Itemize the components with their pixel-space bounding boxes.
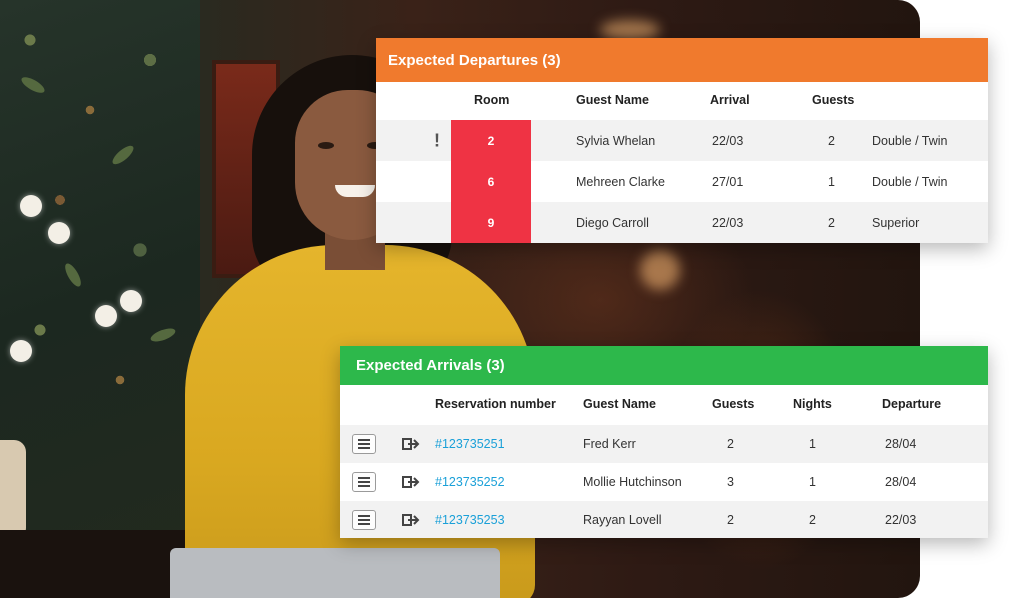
- room-badge: 9: [451, 202, 531, 243]
- departures-title: Expected Departures (3): [388, 51, 561, 69]
- departure-row[interactable]: 6 Mehreen Clarke 27/01 1 Double / Twin: [376, 161, 988, 202]
- expected-departures-card: Expected Departures (3) Room Guest Name …: [376, 38, 988, 243]
- room-type: Superior: [872, 215, 920, 230]
- guest-name: Diego Carroll: [576, 215, 649, 230]
- arrivals-header: Expected Arrivals (3): [340, 346, 988, 385]
- arrival-row[interactable]: #123735252 Mollie Hutchinson 3 1 28/04: [340, 463, 988, 501]
- guest-name: Fred Kerr: [583, 437, 636, 451]
- nights-count: 1: [809, 475, 816, 489]
- guest-name: Rayyan Lovell: [583, 512, 662, 527]
- person-eye: [318, 142, 334, 149]
- departures-column-headers: Room Guest Name Arrival Guests: [376, 82, 988, 120]
- arrivals-column-headers: Reservation number Guest Name Guests Nig…: [340, 385, 988, 425]
- column-arrival: Arrival: [710, 93, 750, 107]
- guest-count: 3: [727, 475, 734, 489]
- check-in-icon[interactable]: [402, 437, 420, 451]
- guest-name: Mollie Hutchinson: [583, 475, 682, 489]
- departure-row[interactable]: ! 2 Sylvia Whelan 22/03 2 Double / Twin: [376, 120, 988, 161]
- expected-arrivals-card: Expected Arrivals (3) Reservation number…: [340, 346, 988, 538]
- check-in-icon[interactable]: [402, 513, 420, 527]
- menu-icon[interactable]: [352, 509, 376, 530]
- cotton-flower: [20, 195, 42, 217]
- cotton-flower: [48, 222, 70, 244]
- laptop: [170, 548, 500, 598]
- guest-count: 2: [727, 512, 734, 527]
- guest-count: 2: [828, 215, 835, 230]
- column-guests: Guests: [712, 397, 755, 411]
- guest-count: 1: [828, 174, 835, 189]
- reservation-link[interactable]: #123735253: [435, 513, 505, 527]
- vase: [0, 440, 26, 540]
- cotton-flower: [95, 305, 117, 327]
- lamp-glow: [640, 250, 680, 290]
- arrival-row[interactable]: #123735251 Fred Kerr 2 1 28/04: [340, 425, 988, 463]
- departure-date: 28/04: [885, 475, 917, 489]
- cotton-flower: [120, 290, 142, 312]
- departure-row[interactable]: 9 Diego Carroll 22/03 2 Superior: [376, 202, 988, 243]
- guest-name: Mehreen Clarke: [576, 174, 665, 189]
- arrival-row[interactable]: #123735253 Rayyan Lovell 2 2 22/03: [340, 501, 988, 538]
- room-badge: 2: [451, 120, 531, 161]
- cotton-flower: [10, 340, 32, 362]
- menu-icon[interactable]: [352, 434, 376, 454]
- arrivals-title: Expected Arrivals (3): [356, 357, 505, 374]
- person-smile: [335, 185, 375, 197]
- column-departure: Departure: [882, 397, 942, 411]
- arrival-date: 27/01: [712, 174, 744, 189]
- column-reservation-number: Reservation number: [435, 397, 556, 411]
- column-guest-name: Guest Name: [583, 397, 656, 411]
- reservation-link[interactable]: #123735252: [435, 475, 505, 489]
- column-room: Room: [474, 93, 510, 107]
- guest-count: 2: [828, 133, 835, 148]
- menu-icon[interactable]: [352, 472, 376, 492]
- nights-count: 1: [809, 437, 816, 451]
- departures-header: Expected Departures (3): [376, 38, 988, 82]
- exclamation-icon: !: [434, 130, 440, 150]
- departure-date: 22/03: [885, 512, 917, 527]
- floral-wallpaper: [0, 0, 200, 598]
- arrival-date: 22/03: [712, 215, 744, 230]
- room-type: Double / Twin: [872, 174, 948, 189]
- check-in-icon[interactable]: [402, 475, 420, 489]
- column-guest-name: Guest Name: [576, 93, 649, 107]
- reservation-link[interactable]: #123735251: [435, 437, 505, 451]
- room-badge: 6: [451, 161, 531, 202]
- arrival-date: 22/03: [712, 133, 744, 148]
- departure-date: 28/04: [885, 437, 917, 451]
- column-guests: Guests: [812, 93, 855, 107]
- guest-count: 2: [727, 437, 734, 451]
- room-type: Double / Twin: [872, 133, 948, 148]
- guest-name: Sylvia Whelan: [576, 133, 656, 148]
- nights-count: 2: [809, 512, 816, 527]
- column-nights: Nights: [793, 397, 832, 411]
- lamp-glow: [600, 20, 660, 40]
